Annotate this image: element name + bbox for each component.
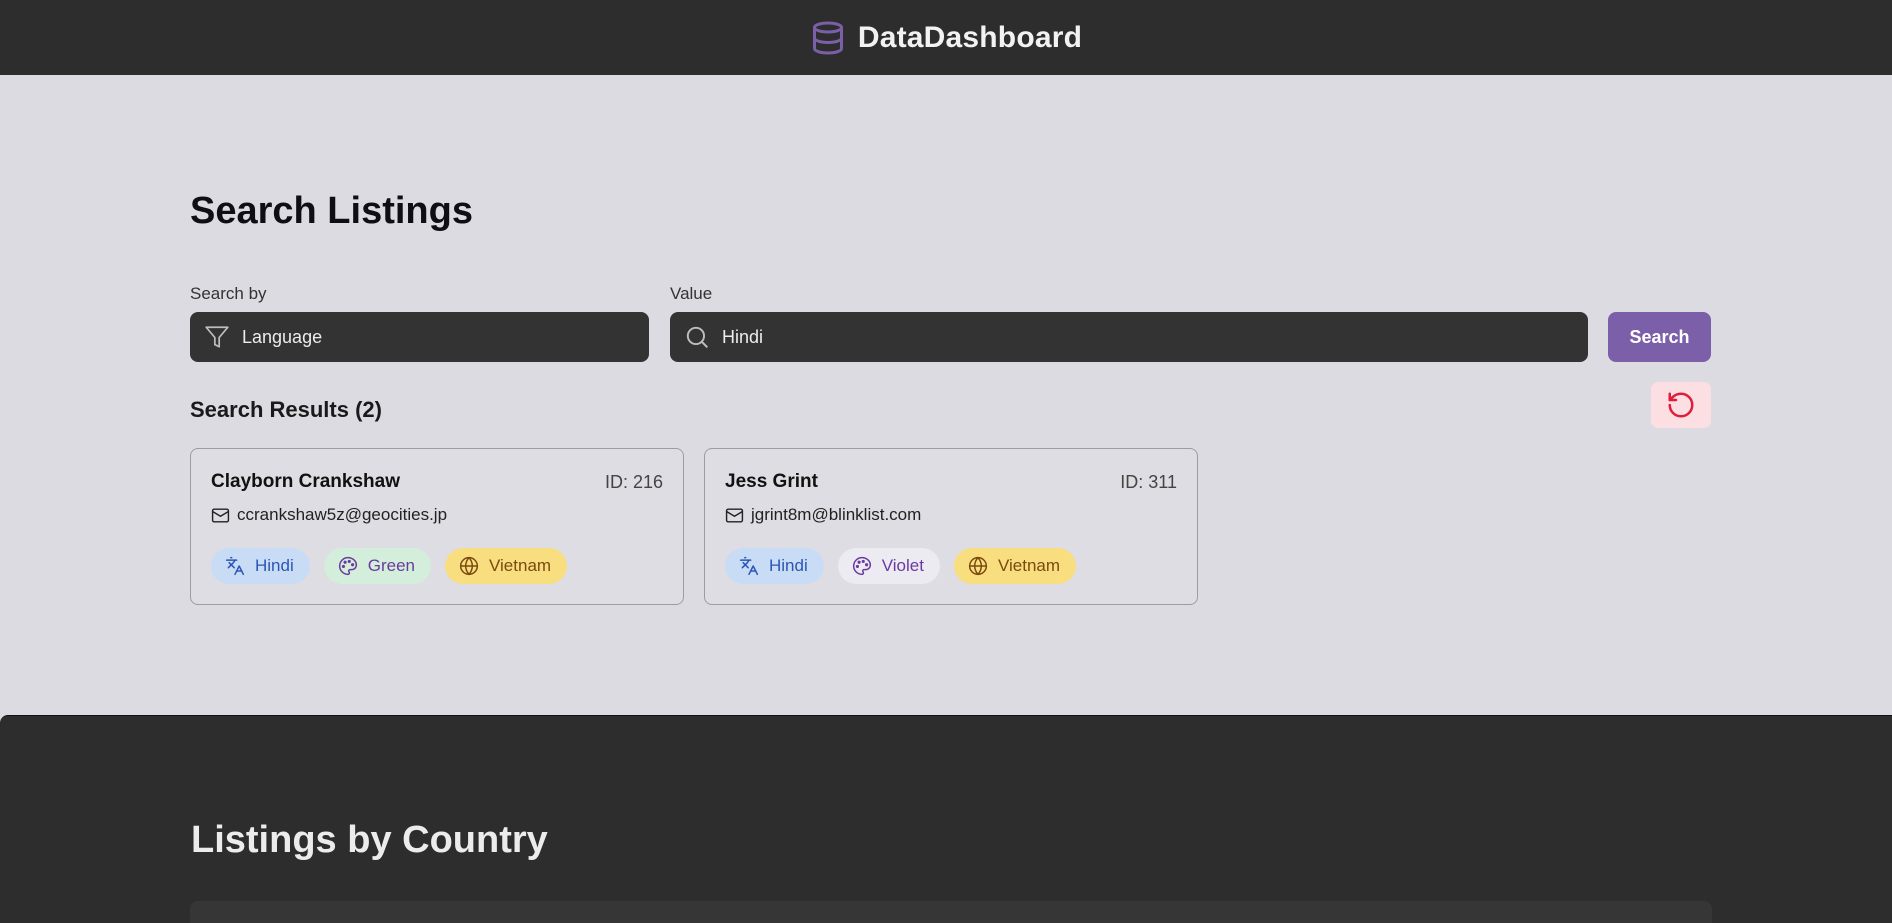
globe-icon <box>459 556 479 576</box>
country-chip: Vietnam <box>953 548 1077 584</box>
mail-icon <box>725 507 744 523</box>
translate-icon <box>225 556 245 576</box>
value-input[interactable]: Hindi <box>670 312 1588 362</box>
palette-icon <box>338 556 357 576</box>
color-chip-label: Green <box>367 556 415 575</box>
result-card[interactable]: Clayborn Crankshaw ID: 216 ccrankshaw5z@… <box>190 448 684 605</box>
search-by-label: Search by <box>190 284 267 303</box>
language-chip-label: Hindi <box>255 556 294 575</box>
search-button[interactable]: Search <box>1608 312 1711 362</box>
result-name: Clayborn Crankshaw <box>211 471 400 492</box>
translate-icon <box>739 556 759 576</box>
result-email: ccrankshaw5z@geocities.jp <box>211 505 447 525</box>
result-name: Jess Grint <box>725 471 818 492</box>
reset-button[interactable] <box>1651 382 1711 428</box>
language-chip: Hindi <box>725 548 824 584</box>
result-card[interactable]: Jess Grint ID: 311 jgrint8m@blinklist.co… <box>704 448 1198 605</box>
result-id: ID: 311 <box>1120 472 1177 492</box>
language-chip-label: Hindi <box>769 556 808 575</box>
result-email-text: jgrint8m@blinklist.com <box>751 505 922 524</box>
color-chip-label: Violet <box>881 556 924 575</box>
value-text: Hindi <box>722 326 764 347</box>
page-title: Search Listings <box>190 190 473 232</box>
result-id: ID: 216 <box>604 472 663 492</box>
country-chip: Vietnam <box>445 548 568 584</box>
search-by-value: Language <box>242 326 323 347</box>
result-email-text: ccrankshaw5z@geocities.jp <box>237 505 448 524</box>
results-title: Search Results (2) <box>190 397 382 422</box>
globe-icon <box>968 556 988 576</box>
filter-icon <box>205 326 229 348</box>
value-label: Value <box>670 284 713 303</box>
mail-icon <box>211 507 230 523</box>
listings-by-country-panel: Listings by Country <box>0 715 1892 923</box>
color-chip: Violet <box>837 548 940 584</box>
language-chip: Hindi <box>211 548 310 584</box>
result-email: jgrint8m@blinklist.com <box>725 505 921 525</box>
palette-icon <box>852 556 871 576</box>
brand[interactable]: DataDashboard <box>810 19 1082 57</box>
listings-by-country-container <box>190 901 1712 923</box>
color-chip: Green <box>323 548 431 584</box>
country-chip-label: Vietnam <box>489 556 552 575</box>
top-navbar: DataDashboard <box>0 0 1892 75</box>
reset-icon <box>1668 392 1694 418</box>
result-tags: Hindi Violet Vietnam <box>725 548 1077 584</box>
listings-by-country-title: Listings by Country <box>191 819 548 861</box>
app-title: DataDashboard <box>857 20 1083 54</box>
result-tags: Hindi Green Vietnam <box>211 548 568 584</box>
search-by-select[interactable]: Language <box>190 312 649 362</box>
search-icon <box>686 326 708 348</box>
country-chip-label: Vietnam <box>997 556 1061 575</box>
database-icon <box>812 21 843 54</box>
